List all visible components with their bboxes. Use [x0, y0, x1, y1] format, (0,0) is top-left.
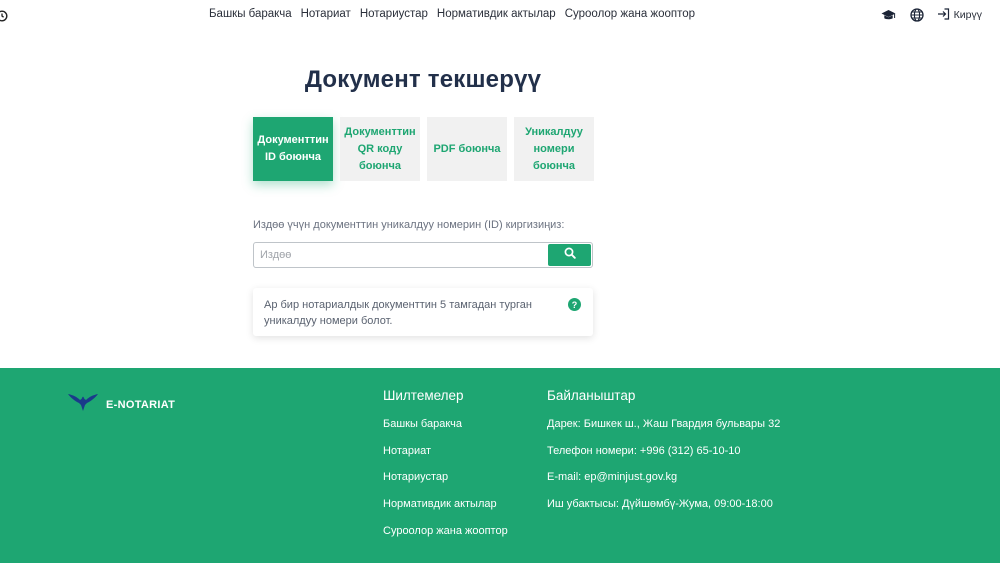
footer-link-home[interactable]: Башкы баракча	[383, 418, 508, 445]
footer-link-faq[interactable]: Суроолор жана жооптор	[383, 525, 508, 552]
main-nav: Башкы баракча Нотариат Нотариустар Норма…	[209, 8, 695, 20]
footer: E-NOTARIAT Шилтемелер Башкы баракча Нота…	[0, 368, 1000, 563]
tab-by-pdf[interactable]: PDF боюнча	[427, 117, 507, 181]
search-box	[253, 242, 593, 268]
footer-links: Шилтемелер Башкы баракча Нотариат Нотари…	[383, 388, 508, 551]
info-card: Ар бир нотариалдык документтин 5 тамгада…	[253, 288, 593, 336]
globe-icon[interactable]	[909, 7, 925, 23]
contact-phone: Телефон номери: +996 (312) 65-10-10	[547, 444, 741, 457]
search-input[interactable]	[254, 243, 548, 267]
contact-hours: Иш убактысы: Дүйшөмбү-Жума, 09:00-18:00	[547, 498, 773, 511]
contact-address: Дарек: Бишкек ш., Жаш Гвардия бульвары 3…	[547, 418, 781, 430]
login-label: Кирүү	[953, 9, 982, 21]
tab-by-unique-number[interactable]: Уникалдуу номери боюнча	[514, 117, 594, 181]
nav-notaries[interactable]: Нотариустар	[360, 8, 428, 20]
search-icon	[564, 246, 576, 264]
nav-faq[interactable]: Суроолор жана жооптор	[565, 8, 695, 20]
clock-icon[interactable]	[0, 9, 8, 22]
contacts-title: Байланыштар	[547, 388, 636, 403]
nav-normative-acts[interactable]: Нормативдик актылар	[437, 8, 556, 20]
header-actions: Кирүү	[881, 7, 982, 23]
tab-by-id[interactable]: Документтин ID боюнча	[253, 117, 333, 181]
footer-contacts: Байланыштар Дарек: Бишкек ш., Жаш Гварди…	[547, 388, 780, 525]
nav-notariat[interactable]: Нотариат	[301, 8, 351, 20]
footer-logo[interactable]: E-NOTARIAT	[68, 392, 175, 417]
search-label: Издөө үчүн документтин уникалдуу номерин…	[253, 219, 565, 231]
eagle-logo-icon	[68, 392, 98, 417]
search-button[interactable]	[548, 244, 591, 266]
login-icon	[937, 7, 950, 23]
links-title: Шилтемелер	[383, 388, 464, 403]
footer-link-notariat[interactable]: Нотариат	[383, 445, 508, 472]
page-title: Документ текшерүү	[304, 66, 542, 93]
tab-by-qr[interactable]: Документтин QR коду боюнча	[340, 117, 420, 181]
login-button[interactable]: Кирүү	[937, 7, 982, 23]
info-text: Ар бир нотариалдык документтин 5 тамгада…	[264, 299, 533, 327]
footer-link-notaries[interactable]: Нотариустар	[383, 471, 508, 498]
footer-link-normative-acts[interactable]: Нормативдик актылар	[383, 498, 508, 525]
verification-tabs: Документтин ID боюнча Документтин QR код…	[253, 117, 594, 181]
header: Башкы баракча Нотариат Нотариустар Норма…	[0, 0, 1000, 30]
nav-home[interactable]: Башкы баракча	[209, 8, 292, 20]
help-icon[interactable]: ?	[568, 298, 581, 311]
logo-text: E-NOTARIAT	[106, 398, 176, 411]
graduation-cap-icon[interactable]	[881, 7, 897, 23]
contact-email: E-mail: ep@minjust.gov.kg	[547, 471, 678, 484]
